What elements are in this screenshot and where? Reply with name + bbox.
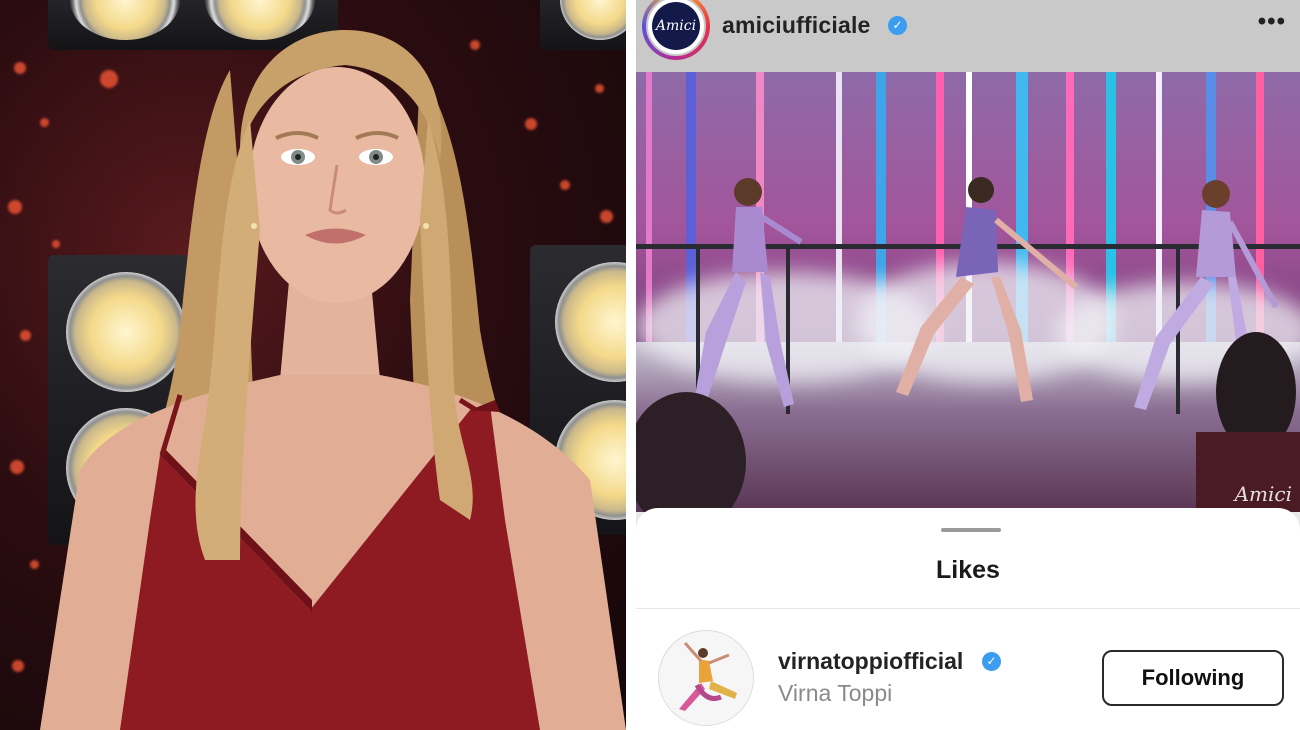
post-watermark: Amici [1234, 482, 1292, 506]
likes-title: Likes [936, 556, 1000, 584]
verified-badge-icon: ✓ [888, 16, 907, 35]
more-options-icon[interactable]: ••• [1258, 8, 1286, 36]
list-item[interactable]: virnatoppiofficial ✓ Virna Toppi Followi… [636, 620, 1300, 730]
avatar-logo: Amici [652, 2, 700, 50]
avatar-frame: Amici [646, 0, 706, 56]
instagram-post-panel: Amici amiciufficiale ✓ ••• Amici Likes v… [636, 0, 1300, 730]
likes-sheet: Likes virnatoppiofficial ✓ Virna Toppi F… [636, 508, 1300, 730]
liker-avatar[interactable] [658, 630, 754, 726]
post-image[interactable]: Amici [636, 72, 1300, 512]
dancers [636, 177, 1300, 512]
panel-divider [626, 0, 636, 730]
post-username[interactable]: amiciufficiale [722, 12, 871, 39]
post-header: Amici amiciufficiale ✓ ••• [636, 0, 1300, 72]
portrait-photo [40, 30, 626, 730]
profile-avatar[interactable]: Amici [642, 0, 710, 60]
verified-badge-icon: ✓ [982, 652, 1001, 671]
left-photo [0, 0, 626, 730]
liker-full-name: Virna Toppi [778, 680, 893, 706]
sheet-divider [636, 608, 1300, 609]
following-button[interactable]: Following [1102, 650, 1284, 706]
sheet-grabber[interactable] [941, 528, 1001, 532]
liker-username[interactable]: virnatoppiofficial [778, 648, 963, 675]
dancer-avatar-icon [659, 631, 753, 725]
